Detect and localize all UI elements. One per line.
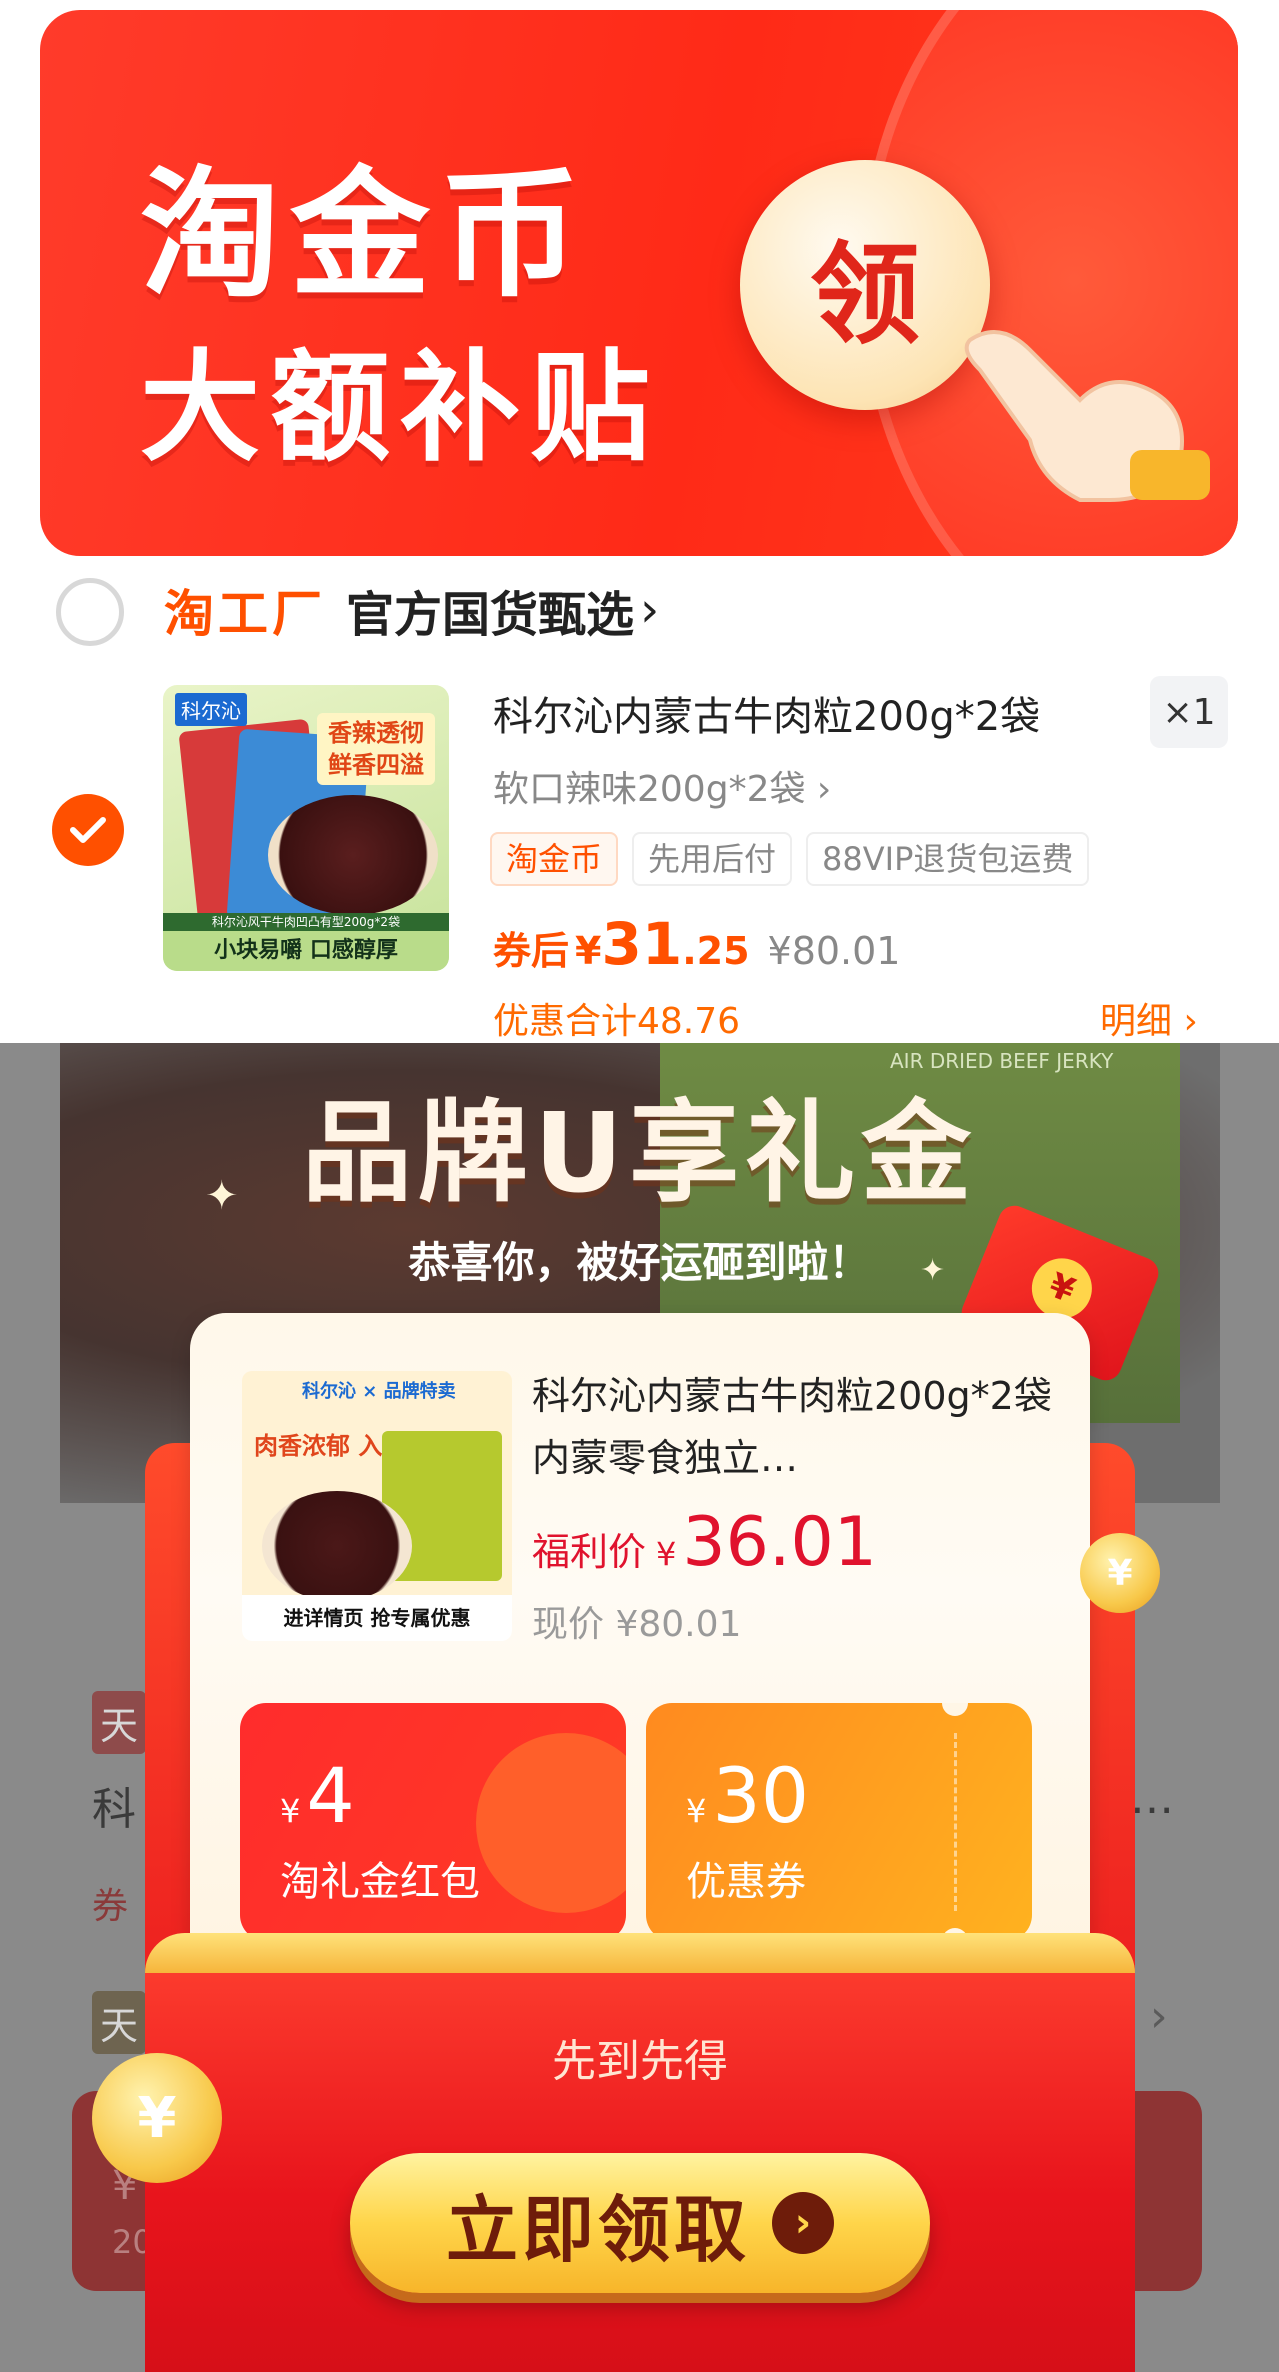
coupon-red-packet[interactable]: ¥ 4 淘礼金红包	[240, 1703, 626, 1941]
coupon-currency: ¥	[686, 1792, 707, 1830]
coupon-notch	[942, 1703, 968, 1716]
price-after-coupon: 券后 ¥ 31 .25 ¥80.01	[493, 910, 900, 978]
service-tags: 淘金币 先用后付 88VIP退货包运费	[490, 832, 1090, 886]
price-integer: 31	[601, 910, 683, 978]
welfare-price-value: 36.01	[682, 1503, 878, 1582]
background-ellipsis: …	[1130, 1773, 1174, 1824]
coupon-name: 淘礼金红包	[280, 1859, 480, 1905]
envelope-rim	[145, 1933, 1135, 1973]
welfare-price: 福利价 ¥ 36.01	[532, 1503, 877, 1582]
welfare-price-label: 福利价	[532, 1530, 647, 1574]
coupon-amount: ¥ 4	[280, 1751, 355, 1840]
gift-product-title: 科尔沁内蒙古牛肉粒200g*2袋内蒙零食独立…	[532, 1374, 1052, 1480]
tag-pay-later: 先用后付	[632, 832, 793, 886]
gift-modal-screen: AIR DRIED BEEF JERKY 天 科 券 天 … › ¥ 20 品牌…	[0, 1043, 1279, 2372]
coin-glyph: ¥	[137, 2085, 177, 2151]
background-coupon-fragment: 券	[92, 1886, 129, 1927]
background-tmall-badge: 天	[92, 1691, 147, 1754]
banner-title-line1: 淘金币	[140, 154, 591, 317]
jerky-bowl-image	[262, 1491, 412, 1601]
gift-product-image: 科尔沁 × 品牌特卖 肉香浓郁 入肌入理 进详情页 抢专属优惠	[242, 1371, 512, 1641]
claim-now-button[interactable]: 立即领取 ›	[350, 2153, 930, 2293]
shop-header[interactable]: 淘工厂 官方国货甄选 ›	[164, 574, 659, 646]
pointing-hand-icon	[964, 330, 1210, 502]
price-decimal: .25	[682, 929, 750, 973]
welfare-price-currency: ¥	[656, 1535, 677, 1573]
claim-glyph: 领	[810, 231, 920, 359]
price-currency: ¥	[575, 929, 602, 973]
coin-decoration: ¥	[92, 2053, 222, 2183]
cart-screen: 淘金币 大额补贴 领 淘工厂 官方国货甄选 › 科尔沁 香辣透彻 鲜香四溢 科尔…	[0, 0, 1279, 1043]
coupon-amount: ¥ 30	[686, 1751, 809, 1840]
modal-title: 品牌U享礼金	[301, 1089, 978, 1217]
sparkle-icon: ✦	[205, 1173, 239, 1219]
gift-image-caption: 进详情页 抢专属优惠	[242, 1595, 512, 1641]
original-price: ¥80.01	[767, 929, 901, 973]
brand-badge: 科尔沁	[175, 693, 247, 726]
coupon-name: 优惠券	[686, 1859, 806, 1905]
coupon-decoration	[476, 1733, 626, 1913]
shop-name: 官方国货甄选	[346, 587, 635, 643]
price-label: 券后	[493, 929, 570, 973]
coupon-value: 30	[712, 1751, 810, 1840]
coupon-perforation	[954, 1733, 957, 1911]
red-envelope-front: 先到先得 立即领取 ›	[145, 1933, 1135, 2372]
first-come-text: 先到先得	[552, 2036, 728, 2087]
background-title-fragment: 科	[92, 1784, 136, 1835]
arrow-right-icon: ›	[772, 2192, 834, 2254]
gift-product-card[interactable]: 科尔沁 × 品牌特卖 肉香浓郁 入肌入理 进详情页 抢专属优惠 科尔沁内蒙古牛肉…	[190, 1313, 1090, 2013]
tag-88vip: 88VIP退货包运费	[806, 832, 1090, 886]
background-tmall-badge-2: 天	[92, 1991, 147, 2054]
quantity-selector[interactable]: ×1	[1150, 676, 1228, 748]
product-thumbnail[interactable]: 科尔沁 香辣透彻 鲜香四溢 科尔沁风干牛肉凹凸有型200g*2袋 小块易嚼 口感…	[163, 685, 449, 971]
sku-spec-selector[interactable]: 软口辣味200g*2袋 ›	[493, 760, 831, 812]
coupon-discount[interactable]: ¥ 30 优惠券	[646, 1703, 1032, 1941]
coin-glyph: ¥	[1107, 1552, 1133, 1594]
gift-image-logo: 科尔沁 × 品牌特卖	[302, 1381, 456, 1402]
claim-now-label: 立即领取	[445, 2187, 750, 2272]
current-price: 现价 ¥80.01	[532, 1604, 742, 1645]
chevron-right-icon: ›	[640, 582, 660, 638]
coin-decoration: ¥	[1080, 1533, 1160, 1613]
tag-taojinbi: 淘金币	[490, 832, 619, 886]
discount-detail-link[interactable]: 明细 ›	[1100, 992, 1198, 1043]
coupon-value: 4	[306, 1751, 355, 1840]
coupon-currency: ¥	[280, 1792, 301, 1830]
product-image-caption: 小块易嚼 口感醇厚	[163, 931, 449, 971]
product-image-tag: 香辣透彻 鲜香四溢	[317, 713, 435, 785]
product-image-strip: 科尔沁风干牛肉凹凸有型200g*2袋	[163, 913, 449, 931]
item-select-checkbox[interactable]	[52, 794, 124, 866]
sparkle-icon: ✦	[920, 1253, 946, 1288]
jerky-bowl-image	[268, 795, 438, 915]
banner-title-line2: 大额补贴	[140, 339, 660, 478]
product-title[interactable]: 科尔沁内蒙古牛肉粒200g*2袋	[493, 684, 1040, 742]
chevron-right-icon: ›	[1150, 1991, 1168, 2042]
checkmark-icon	[70, 817, 106, 843]
shop-logo: 淘工厂	[164, 585, 326, 643]
taojinbi-subsidy-banner[interactable]: 淘金币 大额补贴 领	[40, 10, 1238, 556]
shop-select-radio[interactable]	[56, 578, 124, 646]
claim-coin-button[interactable]: 领	[740, 160, 990, 410]
discount-total: 优惠合计48.76	[493, 1001, 741, 1042]
